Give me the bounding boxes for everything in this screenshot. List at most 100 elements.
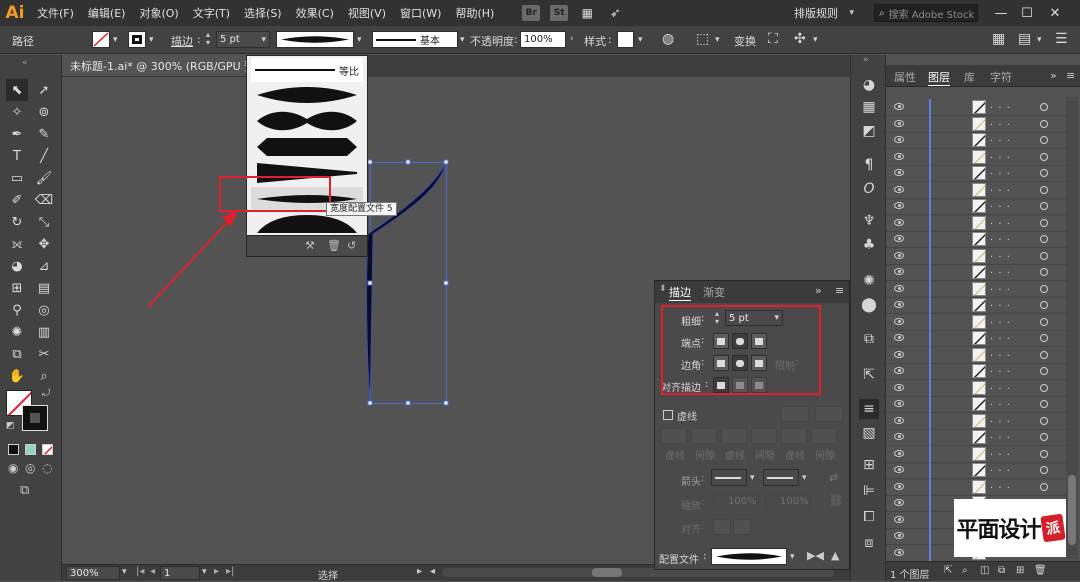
handle-top-left[interactable] <box>367 159 373 165</box>
minimize-button[interactable]: — <box>990 3 1012 23</box>
status-menu-icon[interactable]: ▸ <box>417 566 422 577</box>
collapse-icon[interactable]: « <box>22 58 28 68</box>
panel-menu-icon[interactable]: ▤ <box>1018 31 1031 47</box>
menu-window[interactable]: 窗口(W) <box>393 5 448 21</box>
layer-row[interactable]: . . . <box>886 99 1066 116</box>
visibility-eye-icon[interactable] <box>894 466 904 473</box>
stroke-panel-icon[interactable]: ≡ <box>859 399 879 419</box>
transform-link[interactable]: 变换 <box>734 33 756 49</box>
locate-object-icon[interactable]: ⌕ <box>962 565 968 576</box>
handle-middle-left[interactable] <box>367 280 373 286</box>
handle-middle-right[interactable] <box>443 280 449 286</box>
tab-layers[interactable]: 图层 <box>928 69 950 86</box>
graphic-styles-panel-icon[interactable]: ⬤ <box>859 295 879 315</box>
screen-mode-icon[interactable]: ⧉ <box>20 483 29 498</box>
zoom-select[interactable]: 300% <box>66 566 120 580</box>
start-arrowhead-dropdown-icon[interactable]: ▾ <box>750 473 755 483</box>
transparency-panel-icon[interactable]: ⊞ <box>859 455 879 475</box>
gap-input-3[interactable] <box>811 428 837 444</box>
arrange-icon[interactable]: ▦ <box>992 31 1005 47</box>
brushes-panel-icon[interactable]: ♆ <box>859 211 879 231</box>
draw-behind-icon[interactable]: ◎ <box>25 461 35 475</box>
zoom-dropdown-icon[interactable]: ▾ <box>122 567 127 577</box>
column-graph-tool-icon[interactable]: ▥ <box>33 321 55 343</box>
end-arrowhead-dropdown-icon[interactable]: ▾ <box>802 473 807 483</box>
style-dropdown-icon[interactable]: ▾ <box>638 35 643 45</box>
arrange-docs-icon[interactable]: ▦ <box>578 5 596 21</box>
draw-normal-icon[interactable]: ◉ <box>8 461 18 475</box>
paragraph-panel-icon[interactable]: ¶ <box>859 155 879 175</box>
visibility-eye-icon[interactable] <box>894 169 904 176</box>
target-circle-icon[interactable] <box>1040 433 1048 441</box>
layer-row[interactable]: . . . <box>886 264 1066 281</box>
layer-row[interactable]: . . . <box>886 280 1066 298</box>
pen-tool-icon[interactable]: ✒ <box>6 123 28 145</box>
draw-inside-icon[interactable]: ◌ <box>42 461 52 475</box>
visibility-eye-icon[interactable] <box>894 185 904 193</box>
opacity-label[interactable]: 不透明度 <box>470 33 514 49</box>
opacity-input[interactable]: 100% <box>520 31 566 48</box>
target-circle-icon[interactable] <box>1040 350 1048 359</box>
layer-row[interactable]: . . . <box>886 478 1066 496</box>
visibility-eye-icon[interactable] <box>894 548 904 556</box>
menu-effect[interactable]: 效果(C) <box>289 5 341 21</box>
visibility-eye-icon[interactable] <box>894 119 904 127</box>
rectangle-tool-icon[interactable]: ▭ <box>6 167 28 189</box>
warp-dropdown-icon[interactable]: ▾ <box>813 35 818 45</box>
visibility-eye-icon[interactable] <box>894 284 904 292</box>
visibility-eye-icon[interactable] <box>894 400 904 407</box>
tab-character[interactable]: 字符 <box>990 69 1012 85</box>
stroke-color-swatch[interactable] <box>22 405 48 431</box>
swap-colors-icon[interactable]: ⤾ <box>42 388 50 399</box>
handle-bottom-right[interactable] <box>443 400 449 406</box>
visibility-eye-icon[interactable] <box>894 136 904 143</box>
visibility-eye-icon[interactable] <box>894 416 904 424</box>
panel-menu-icon[interactable]: ≡ <box>1066 69 1075 82</box>
links-panel-icon[interactable]: ⧈ <box>859 533 879 553</box>
target-circle-icon[interactable] <box>1040 416 1048 425</box>
stroke-swatch[interactable] <box>128 31 146 48</box>
tab-gradient[interactable]: 渐变 <box>703 284 725 300</box>
artboard-dropdown-icon[interactable]: ▾ <box>202 567 207 577</box>
tab-stroke[interactable]: 描边 <box>669 284 691 301</box>
shape-builder-tool-icon[interactable]: ◕ <box>6 255 28 277</box>
bridge-button[interactable]: Br <box>522 5 541 21</box>
slice-tool-icon[interactable]: ✂ <box>33 343 55 365</box>
add-profile-icon[interactable]: ⚒ <box>305 239 315 252</box>
layer-row[interactable]: . . . <box>886 429 1066 446</box>
target-circle-icon[interactable] <box>1040 317 1048 326</box>
layer-row[interactable]: . . . <box>886 396 1066 413</box>
panel-expand-icon[interactable]: » <box>815 284 822 297</box>
layer-row[interactable]: . . . <box>886 363 1066 380</box>
width-profile-select[interactable] <box>276 31 354 48</box>
artboard-select[interactable]: 1 <box>160 566 200 580</box>
layer-row[interactable]: . . . <box>886 247 1066 265</box>
new-sublayer-icon[interactable]: ⧉ <box>998 565 1005 576</box>
visibility-eye-icon[interactable] <box>894 202 904 209</box>
symbols-panel-icon[interactable]: ♣ <box>859 235 879 255</box>
type-tool-icon[interactable]: T <box>6 145 28 167</box>
delete-layer-icon[interactable]: 🗑 <box>1034 565 1047 576</box>
fill-swatch[interactable] <box>92 31 110 48</box>
shaper-tool-icon[interactable]: ✐ <box>6 189 28 211</box>
layer-row[interactable]: . . . <box>886 132 1066 149</box>
visibility-eye-icon[interactable] <box>894 103 904 110</box>
stroke-weight-input[interactable]: 5 pt ▾ <box>216 31 270 48</box>
target-circle-icon[interactable] <box>1040 284 1048 293</box>
perspective-grid-tool-icon[interactable]: ⊿ <box>33 255 55 277</box>
layer-row[interactable]: . . . <box>886 462 1066 479</box>
profile-dropdown-icon[interactable]: ▾ <box>790 552 795 562</box>
stock-button[interactable]: St <box>550 5 569 21</box>
first-artboard-icon[interactable]: |◂ <box>136 566 144 577</box>
target-circle-icon[interactable] <box>1040 466 1048 474</box>
menu-select[interactable]: 选择(S) <box>237 5 289 21</box>
profile-item-1[interactable] <box>251 83 363 107</box>
layer-row[interactable]: . . . <box>886 297 1066 314</box>
layer-row[interactable]: . . . <box>886 231 1066 248</box>
new-layer-icon[interactable]: ⊞ <box>1016 565 1024 576</box>
end-arrowhead-select[interactable] <box>763 469 799 486</box>
eyedropper-tool-icon[interactable]: ⚲ <box>6 299 28 321</box>
visibility-eye-icon[interactable] <box>894 152 904 160</box>
profile-item-2[interactable] <box>251 109 363 133</box>
dash-input-3[interactable] <box>781 428 807 444</box>
